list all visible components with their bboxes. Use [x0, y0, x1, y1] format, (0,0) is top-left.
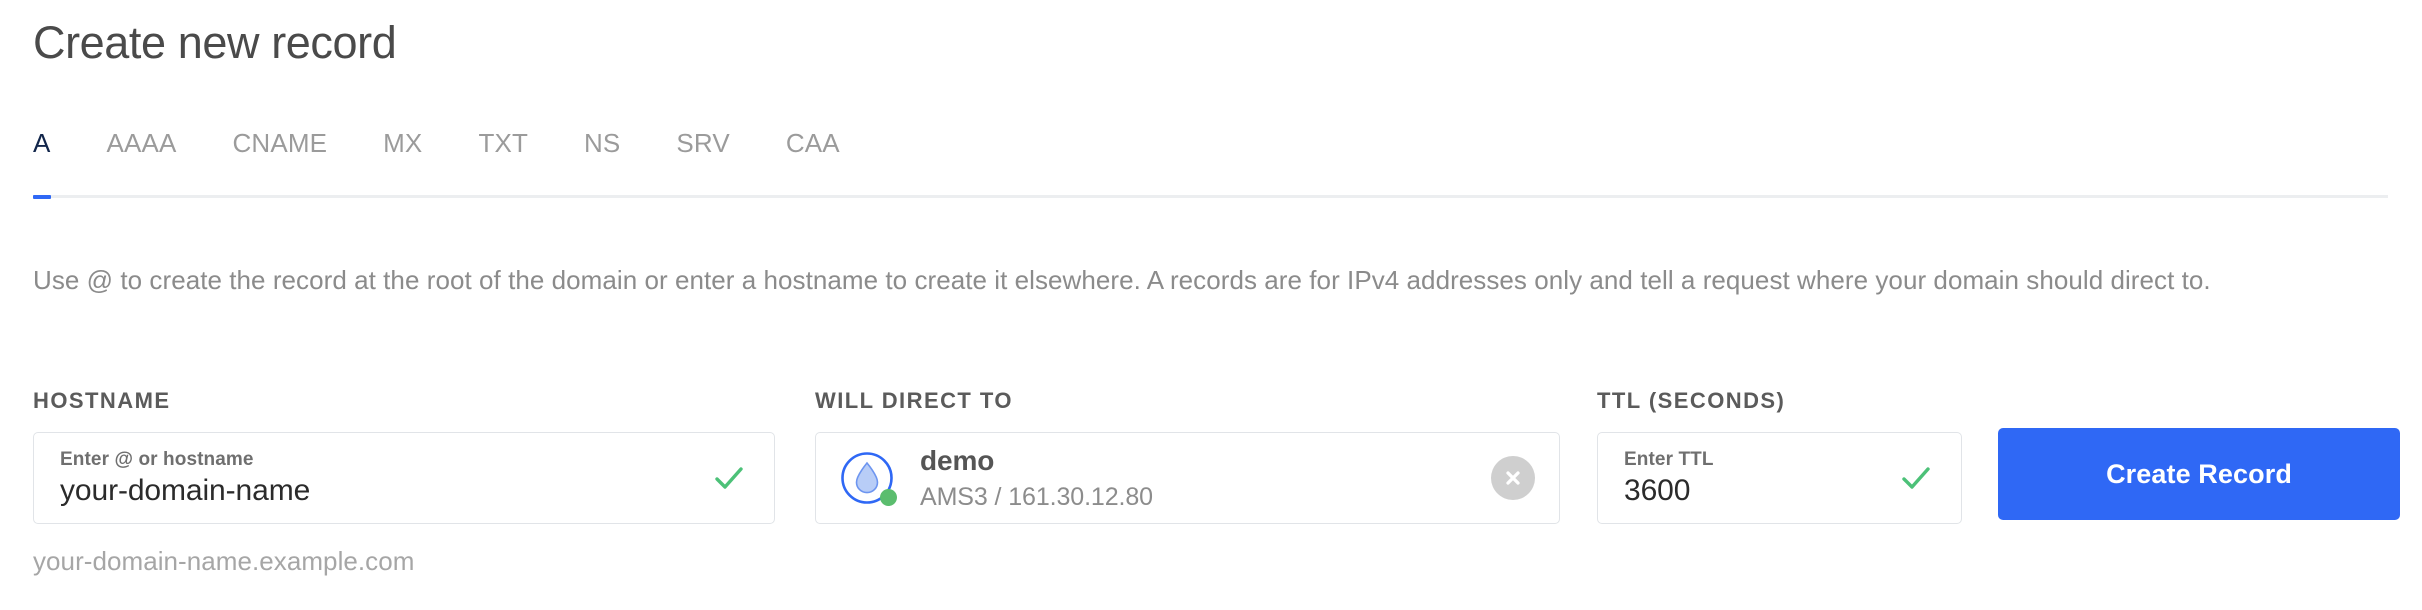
ttl-placeholder: Enter TTL: [1624, 449, 1714, 470]
ttl-field-group: TTL (SECONDS) Enter TTL 3600: [1597, 388, 1962, 524]
ttl-label: TTL (SECONDS): [1597, 388, 1786, 413]
tab-txt[interactable]: TXT: [478, 128, 528, 199]
ttl-value: 3600: [1624, 476, 1691, 506]
droplet-icon: [839, 450, 897, 506]
ttl-input-inner: Enter TTL 3600: [1598, 450, 1893, 506]
hostname-input-inner: Enter @ or hostname your-domain-name: [34, 450, 706, 506]
hostname-field-group: HOSTNAME Enter @ or hostname your-domain…: [33, 388, 775, 577]
will-direct-to-field-group: WILL DIRECT TO demo AMS3 / 161.30.12.80: [815, 388, 1560, 524]
hostname-label: HOSTNAME: [33, 388, 171, 413]
tab-aaaa[interactable]: AAAA: [107, 128, 177, 199]
will-direct-to-input[interactable]: demo AMS3 / 161.30.12.80: [815, 432, 1560, 524]
ttl-input[interactable]: Enter TTL 3600: [1597, 432, 1962, 524]
clear-selection-icon[interactable]: [1491, 456, 1535, 500]
droplet-status-dot: [880, 489, 897, 506]
tab-list: A AAAA CNAME MX TXT NS SRV CAA: [33, 128, 840, 199]
hostname-placeholder: Enter @ or hostname: [60, 449, 254, 470]
ttl-valid-check-icon: [1893, 455, 1939, 501]
tab-cname[interactable]: CNAME: [232, 128, 327, 199]
tab-ns[interactable]: NS: [584, 128, 620, 199]
hostname-input[interactable]: Enter @ or hostname your-domain-name: [33, 432, 775, 524]
page-title: Create new record: [33, 17, 397, 68]
will-direct-to-label: WILL DIRECT TO: [815, 388, 1013, 413]
hostname-value: your-domain-name: [60, 476, 311, 506]
hostname-helper-text: your-domain-name.example.com: [33, 546, 415, 576]
tab-srv[interactable]: SRV: [676, 128, 729, 199]
resource-name: demo: [920, 444, 995, 476]
resource-detail: AMS3 / 161.30.12.80: [920, 482, 1153, 511]
create-record-button[interactable]: Create Record: [1998, 428, 2400, 520]
resource-text-block: demo AMS3 / 161.30.12.80: [895, 444, 1491, 511]
record-type-tabbar: A AAAA CNAME MX TXT NS SRV CAA: [0, 128, 2422, 199]
record-form: HOSTNAME Enter @ or hostname your-domain…: [0, 388, 2422, 576]
hostname-valid-check-icon: [706, 455, 752, 501]
tab-a[interactable]: A: [33, 128, 51, 199]
tab-caa[interactable]: CAA: [786, 128, 840, 199]
record-type-description: Use @ to create the record at the root o…: [33, 265, 2211, 295]
create-record-panel: Create new record A AAAA CNAME MX TXT NS…: [0, 0, 2422, 610]
tab-mx[interactable]: MX: [383, 128, 422, 199]
